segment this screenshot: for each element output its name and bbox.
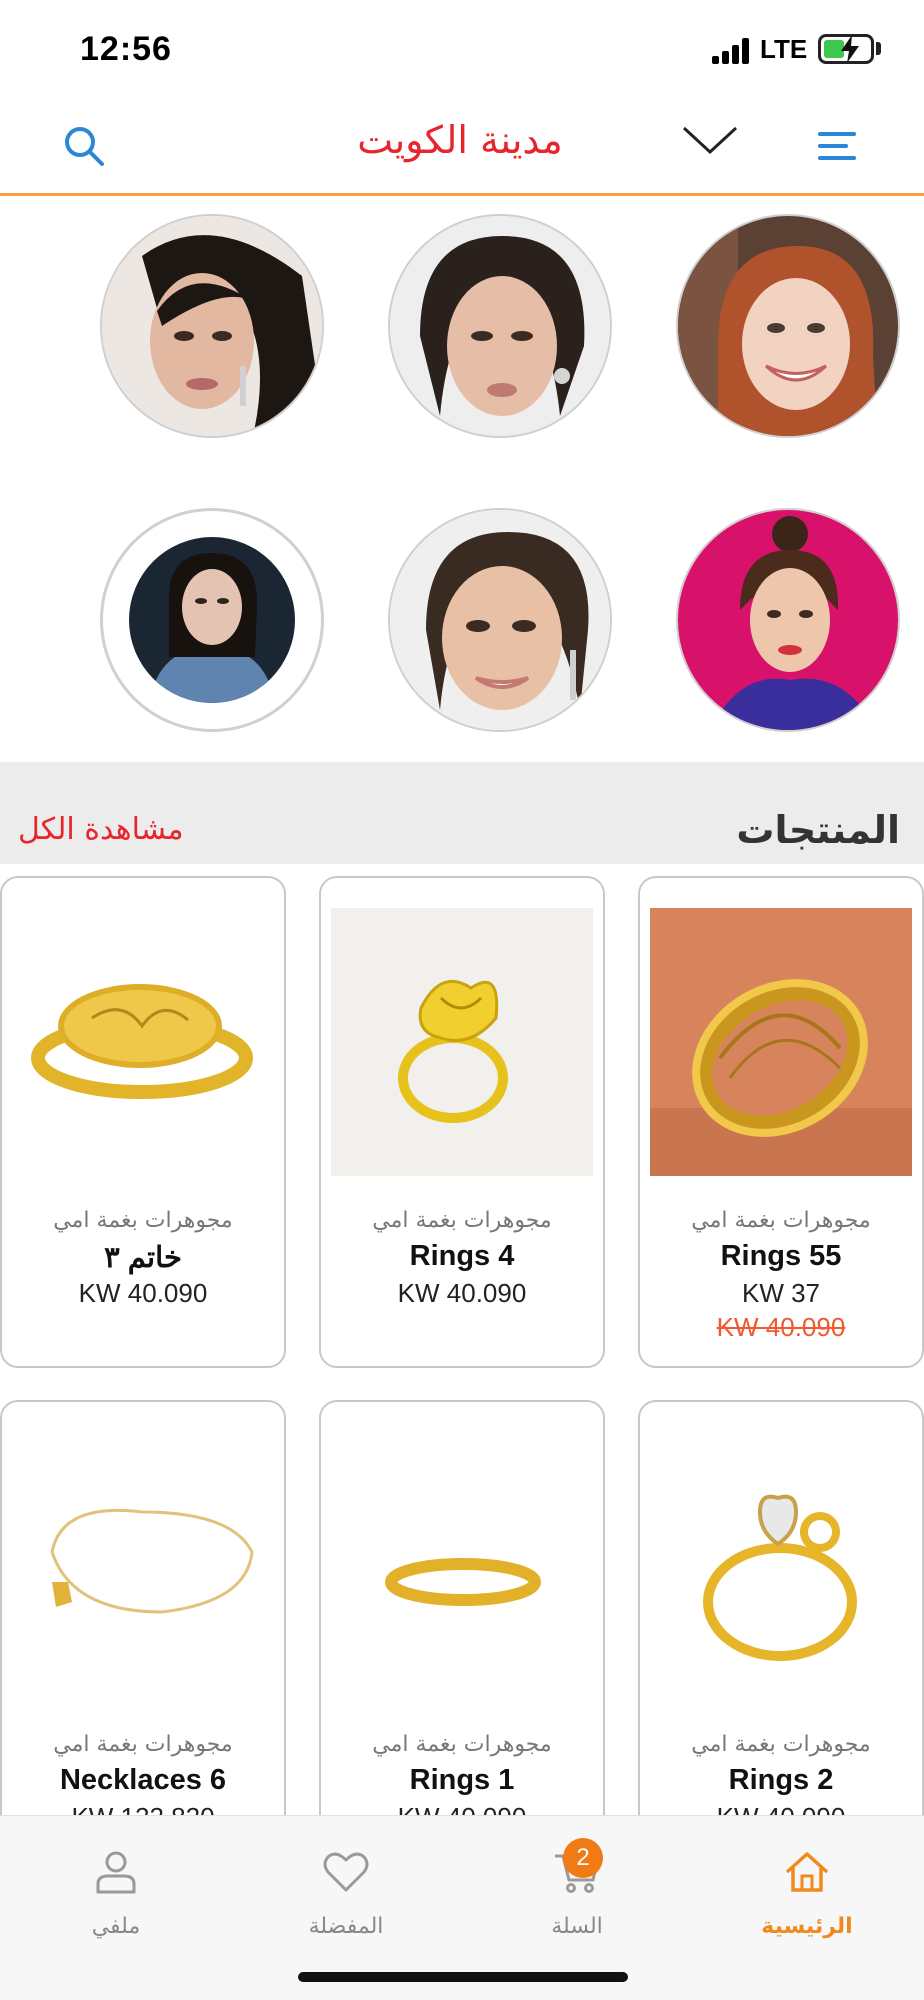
status-bar: 12:56 LTE [0,0,924,100]
story-avatar[interactable] [388,508,612,732]
menu-button[interactable] [810,124,866,168]
product-brand: مجوهرات بغمة امي [372,1208,552,1233]
home-icon [785,1852,829,1892]
top-header: مدينة الكويت [0,100,924,196]
product-price: KW 40.090 [78,1278,208,1308]
nav-cart[interactable]: 2 السلة [507,1838,647,1950]
story-avatar[interactable] [388,214,612,438]
products-section-header: المنتجات مشاهدة الكل [0,762,924,864]
network-label: LTE [760,34,808,64]
product-card[interactable]: مجوهرات بغمة امي Rings 4 KW 40.090 [319,876,605,1368]
battery-icon [818,34,874,64]
product-brand: مجوهرات بغمة امي [53,1208,233,1233]
status-time: 12:56 [80,30,172,68]
product-name: Rings 1 [409,1764,515,1796]
heart-icon [323,1852,369,1892]
product-brand: مجوهرات بغمة امي [691,1732,871,1757]
product-name: Rings 4 [409,1240,515,1272]
home-indicator [298,1972,628,1982]
nav-profile-label: ملفي [91,1914,141,1939]
user-icon [96,1851,136,1894]
product-name: خاتم ٣ [104,1242,182,1274]
product-image [650,1432,912,1700]
product-name: Rings 2 [728,1764,834,1796]
app-screen: 12:56 LTE مدينة الكويت المنتجات مشاهدة ا… [0,0,924,2000]
chevron-down-icon [682,126,738,155]
product-card[interactable]: مجوهرات بغمة امي Rings 55 KW 37 KW 40.09… [638,876,924,1368]
story-avatar[interactable] [100,214,324,438]
cart-count-badge: 2 [563,1838,603,1878]
view-all-link[interactable]: مشاهدة الكل [18,812,184,847]
nav-favorites-label: المفضلة [308,1914,384,1939]
product-image [12,1432,274,1700]
product-name: Necklaces 6 [59,1764,227,1796]
signal-icon [712,38,752,64]
product-brand: مجوهرات بغمة امي [691,1208,871,1233]
product-image [12,908,274,1176]
story-avatar[interactable] [100,508,324,732]
nav-cart-label: السلة [551,1914,603,1939]
product-price: KW 40.090 [397,1278,527,1308]
product-brand: مجوهرات بغمة امي [372,1732,552,1757]
nav-profile[interactable]: ملفي [46,1840,186,1950]
story-avatar[interactable] [676,214,900,438]
nav-favorites[interactable]: المفضلة [276,1840,416,1950]
story-avatar[interactable] [676,508,900,732]
product-card[interactable]: مجوهرات بغمة امي خاتم ٣ KW 40.090 [0,876,286,1368]
city-title[interactable]: مدينة الكويت [330,118,590,162]
nav-home-label: الرئيسية [761,1914,853,1939]
battery-tip [876,42,881,55]
search-button[interactable] [60,122,110,172]
product-name: Rings 55 [720,1240,842,1272]
product-image [331,1432,593,1700]
stories-section [0,210,924,750]
product-price: KW 37 [741,1278,821,1308]
search-icon [65,127,104,166]
product-image [650,908,912,1176]
product-brand: مجوهرات بغمة امي [53,1732,233,1757]
nav-home[interactable]: الرئيسية [737,1840,877,1950]
product-image [331,908,593,1176]
product-old-price: KW 40.090 [716,1312,846,1342]
section-title: المنتجات [736,808,900,852]
menu-icon [818,132,856,160]
city-dropdown-button[interactable] [680,120,740,164]
